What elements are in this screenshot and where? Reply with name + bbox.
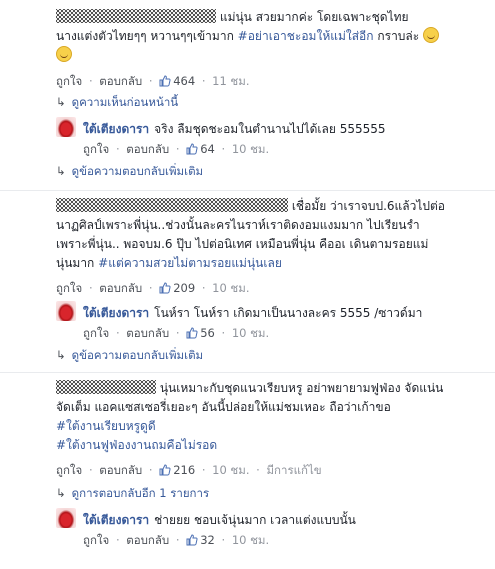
hashtag-link[interactable]: #แต่ความสวยไม่ตามรอยแม่นุ่นเลย	[98, 256, 282, 270]
like-button[interactable]: ถูกใจ	[56, 281, 82, 295]
comment-actions: ถูกใจ · ตอบกลับ · 216 · 10 ชม. · มีการแก…	[56, 463, 322, 477]
reply-button[interactable]: ตอบกลับ	[99, 74, 142, 88]
like-button[interactable]: ถูกใจ	[83, 326, 109, 340]
reply-actions: ถูกใจ · ตอบกลับ · 32 · 10 ชม.	[83, 533, 270, 547]
thumbs-up-icon	[186, 327, 198, 339]
divider	[0, 372, 495, 373]
like-button[interactable]: ถูกใจ	[56, 463, 82, 477]
like-count[interactable]: 209	[159, 281, 199, 295]
reply-button[interactable]: ตอบกลับ	[99, 281, 142, 295]
reply-author[interactable]: ใต้เตียงดารา	[83, 122, 149, 136]
like-count[interactable]: 464	[159, 74, 199, 88]
reply-author[interactable]: ใต้เตียงดารา	[83, 513, 149, 527]
view-replies-link[interactable]: ↳ ดูการตอบกลับอีก 1 รายการ	[56, 485, 209, 503]
comment-text: เชื่อมั้ย ว่าเราจบป.6แล้วไปต่อ นาฏศิลป์เ…	[56, 198, 445, 270]
thumbs-up-icon	[186, 534, 198, 546]
like-button[interactable]: ถูกใจ	[56, 74, 82, 88]
timestamp[interactable]: 10 ชม.	[232, 326, 269, 340]
timestamp[interactable]: 10 ชม.	[232, 142, 269, 156]
more-replies-link[interactable]: ↳ ดูข้อความตอบกลับเพิ่มเติม	[56, 163, 203, 181]
grinning-emoji-icon	[423, 27, 440, 43]
like-count[interactable]: 32	[186, 533, 218, 547]
timestamp[interactable]: 10 ชม.	[232, 533, 269, 547]
hashtag-link[interactable]: #ใต้งานฟูฟ่องงานถมคือไม่รอด	[56, 438, 217, 452]
like-button[interactable]: ถูกใจ	[83, 142, 109, 156]
timestamp[interactable]: 11 ชม.	[212, 74, 249, 88]
divider	[0, 190, 495, 191]
redacted-author	[56, 9, 216, 23]
reply-text: โนห์รา โนห์รา เกิดมาเป็นนางละคร 5555 /ซา…	[154, 306, 423, 320]
reply-arrow-icon: ↳	[56, 95, 66, 109]
redacted-author	[56, 198, 288, 212]
hashtag-link[interactable]: #ใต้งานเรียบหรูดูดี	[56, 419, 156, 433]
like-count[interactable]: 56	[186, 326, 218, 340]
timestamp[interactable]: 10 ชม.	[212, 281, 249, 295]
reply-arrow-icon: ↳	[56, 164, 66, 178]
comment-actions: ถูกใจ · ตอบกลับ · 209 · 10 ชม.	[56, 281, 250, 295]
reply-actions: ถูกใจ · ตอบกลับ · 64 · 10 ชม.	[83, 142, 270, 156]
timestamp[interactable]: 10 ชม.	[212, 463, 249, 477]
like-count[interactable]: 64	[186, 142, 218, 156]
reply-author[interactable]: ใต้เตียงดารา	[83, 306, 149, 320]
comment-text: นุ่นเหมาะกับชุดแนวเรียบหรู อย่าพยายามฟูฟ…	[56, 380, 444, 452]
thumbs-up-icon	[159, 282, 171, 294]
grinning-emoji-icon	[56, 46, 72, 62]
thumbs-up-icon	[159, 75, 171, 87]
thumbs-up-icon	[159, 464, 171, 476]
comment-actions: ถูกใจ · ตอบกลับ · 464 · 11 ชม.	[56, 74, 250, 88]
comments-panel: แม่นุ่น สวยมากค่ะ โดยเฉพาะชุดไทย นางแต่ง…	[0, 0, 495, 569]
reply-button[interactable]: ตอบกลับ	[126, 142, 169, 156]
redacted-author	[56, 380, 156, 394]
comment-text: แม่นุ่น สวยมากค่ะ โดยเฉพาะชุดไทย นางแต่ง…	[56, 8, 481, 65]
hashtag-link[interactable]: #อย่าเอาชะอมให้แม่ใส่อีก	[238, 29, 374, 43]
reply-actions: ถูกใจ · ตอบกลับ · 56 · 10 ชม.	[83, 326, 270, 340]
avatar[interactable]	[56, 508, 76, 528]
like-button[interactable]: ถูกใจ	[83, 533, 109, 547]
view-previous-replies[interactable]: ↳ ดูความเห็นก่อนหน้านี้	[56, 94, 178, 112]
reply-arrow-icon: ↳	[56, 486, 66, 500]
like-count[interactable]: 216	[159, 463, 199, 477]
avatar[interactable]	[56, 117, 76, 137]
reply-button[interactable]: ตอบกลับ	[126, 533, 169, 547]
more-replies-link[interactable]: ↳ ดูข้อความตอบกลับเพิ่มเติม	[56, 347, 203, 365]
reply-text: จริง ลืมชุดชะอมในตำนานไปได้เลย 555555	[154, 122, 386, 136]
reply-button[interactable]: ตอบกลับ	[126, 326, 169, 340]
edited-label[interactable]: มีการแก้ไข	[266, 463, 321, 477]
avatar[interactable]	[56, 301, 76, 321]
thumbs-up-icon	[186, 143, 198, 155]
reply-button[interactable]: ตอบกลับ	[99, 463, 142, 477]
reply-arrow-icon: ↳	[56, 348, 66, 362]
reply-text: ช่ายยย ชอบเจ้นุ่นมาก เวลาแต่งแบบนั้น	[154, 513, 356, 527]
